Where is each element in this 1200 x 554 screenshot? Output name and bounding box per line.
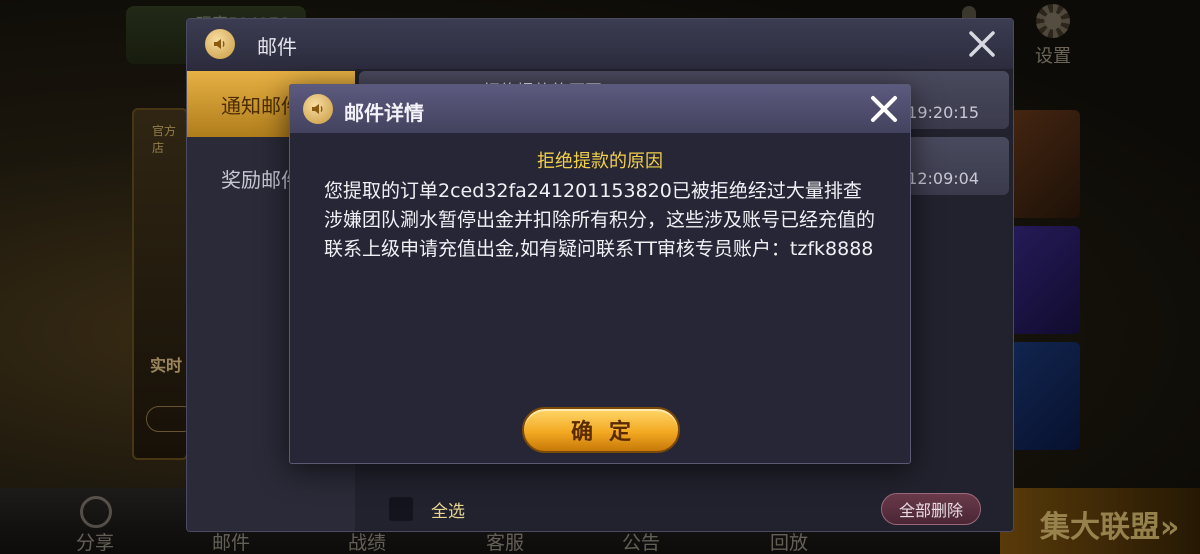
detail-close-button[interactable] <box>866 91 902 127</box>
speaker-icon <box>303 94 333 124</box>
delete-all-button[interactable]: 全部删除 <box>881 493 981 525</box>
mail-time: 19:20:15 <box>907 103 979 122</box>
mail-close-button[interactable] <box>965 27 999 61</box>
mail-detail-dialog: 邮件详情 拒绝提款的原因 您提取的订单2ced32fa241201153820已… <box>289 84 911 464</box>
mail-header: 邮件 <box>187 19 1013 69</box>
confirm-button[interactable]: 确定 <box>522 407 680 453</box>
detail-body: 您提取的订单2ced32fa241201153820已被拒绝经过大量排查涉嫌团队… <box>324 180 876 260</box>
select-all-checkbox[interactable] <box>389 497 413 521</box>
detail-subject: 拒绝提款的原因 <box>537 151 663 172</box>
mail-time: 12:09:04 <box>907 169 979 188</box>
select-all-label[interactable]: 全选 <box>431 497 465 522</box>
mail-footer: 全选 全部删除 <box>359 489 1009 529</box>
close-icon <box>871 96 897 122</box>
detail-header: 邮件详情 <box>290 85 910 133</box>
confirm-label: 确定 <box>570 420 647 445</box>
close-icon <box>969 31 995 57</box>
detail-title: 邮件详情 <box>344 101 424 125</box>
mail-window-title: 邮件 <box>257 35 297 59</box>
speaker-icon <box>205 29 235 59</box>
